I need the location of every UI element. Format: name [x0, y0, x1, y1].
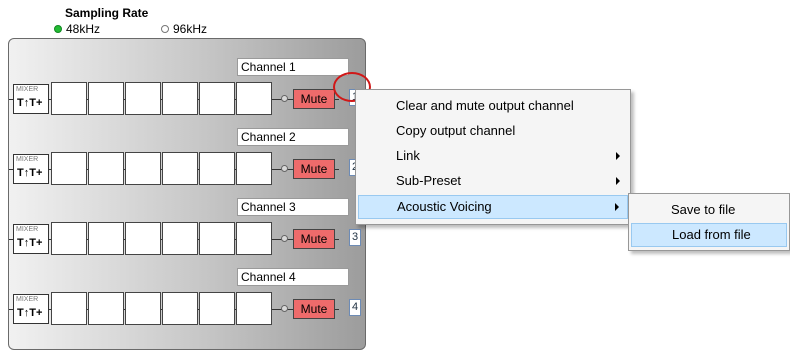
- menu-item-label: Acoustic Voicing: [397, 199, 492, 214]
- mixer-tag: MIXER: [16, 226, 39, 233]
- mixer-symbol: T↑T+: [17, 307, 43, 319]
- mixer-symbol: T↑T+: [17, 97, 43, 109]
- dsp-slot[interactable]: [88, 82, 124, 115]
- channel-row-3: Channel 3 MIXER T↑T+ Mute 3: [9, 188, 365, 258]
- menu-item-label: Clear and mute output channel: [396, 98, 574, 113]
- mixer-block[interactable]: MIXER T↑T+: [13, 154, 49, 184]
- dsp-slot[interactable]: [51, 292, 87, 325]
- dsp-slot[interactable]: [236, 152, 272, 185]
- connector-icon: [281, 95, 288, 102]
- mute-button[interactable]: Mute: [293, 299, 335, 319]
- connector-icon: [281, 165, 288, 172]
- menu-item-label: Copy output channel: [396, 123, 516, 138]
- dsp-slot[interactable]: [51, 222, 87, 255]
- channel-number-button[interactable]: 4: [349, 299, 361, 316]
- menu-item-acoustic-voicing[interactable]: Acoustic Voicing: [358, 195, 628, 219]
- dsp-slot[interactable]: [125, 222, 161, 255]
- dsp-slot[interactable]: [236, 222, 272, 255]
- radio-48khz[interactable]: 48kHz: [54, 22, 100, 36]
- dsp-slot[interactable]: [162, 152, 198, 185]
- dsp-slot[interactable]: [236, 292, 272, 325]
- menu-item-load-from-file[interactable]: Load from file: [631, 223, 787, 247]
- menu-item-copy-output[interactable]: Copy output channel: [358, 119, 628, 143]
- mute-button[interactable]: Mute: [293, 159, 335, 179]
- submenu-arrow-icon: [616, 152, 620, 160]
- dsp-slot[interactable]: [88, 222, 124, 255]
- mute-button[interactable]: Mute: [293, 89, 335, 109]
- radio-48khz-label: 48kHz: [66, 22, 101, 36]
- dsp-slot[interactable]: [199, 152, 235, 185]
- mixer-tag: MIXER: [16, 296, 39, 303]
- dsp-slot[interactable]: [88, 152, 124, 185]
- mixer-block[interactable]: MIXER T↑T+: [13, 224, 49, 254]
- menu-item-link[interactable]: Link: [358, 144, 628, 168]
- channel-name-field[interactable]: Channel 2: [237, 128, 349, 146]
- mixer-block[interactable]: MIXER T↑T+: [13, 294, 49, 324]
- channel-panel: Channel 1 MIXERT↑T+ Mute 1 Channel 2 MIX…: [8, 38, 366, 350]
- radio-96khz-label: 96kHz: [173, 22, 208, 36]
- radio-selected-icon: [54, 25, 62, 33]
- menu-item-label: Link: [396, 148, 420, 163]
- dsp-slot[interactable]: [125, 152, 161, 185]
- menu-item-label: Load from file: [672, 227, 751, 242]
- dsp-slot[interactable]: [199, 292, 235, 325]
- dsp-slot[interactable]: [236, 82, 272, 115]
- channel-row-1: Channel 1 MIXERT↑T+ Mute 1: [9, 48, 365, 118]
- dsp-slot[interactable]: [199, 82, 235, 115]
- channel-row-2: Channel 2 MIXERT↑T+ Mute 2: [9, 118, 365, 188]
- mixer-symbol: T↑T+: [17, 237, 43, 249]
- dsp-slot[interactable]: [162, 82, 198, 115]
- connector-icon: [281, 305, 288, 312]
- menu-item-clear-and-mute[interactable]: Clear and mute output channel: [358, 94, 628, 118]
- channel-name-field[interactable]: Channel 1: [237, 58, 349, 76]
- dsp-slot[interactable]: [88, 292, 124, 325]
- mixer-block[interactable]: MIXER T↑T+: [13, 84, 49, 114]
- menu-item-sub-preset[interactable]: Sub-Preset: [358, 169, 628, 193]
- dsp-slot[interactable]: [51, 82, 87, 115]
- sampling-rate-title: Sampling Rate: [65, 6, 149, 20]
- channel-row-4: Channel 4 MIXER T↑T+ Mute 4: [9, 258, 365, 328]
- radio-96khz[interactable]: 96kHz: [161, 22, 207, 36]
- channel-number-button[interactable]: 3: [349, 229, 361, 246]
- radio-unselected-icon: [161, 25, 169, 33]
- channel-name-field[interactable]: Channel 4: [237, 268, 349, 286]
- menu-item-label: Save to file: [671, 202, 736, 217]
- dsp-slot[interactable]: [162, 222, 198, 255]
- mixer-tag: MIXER: [16, 86, 39, 93]
- mixer-symbol: T↑T+: [17, 167, 43, 179]
- dsp-slot[interactable]: [125, 82, 161, 115]
- submenu-arrow-icon: [615, 203, 619, 211]
- mixer-tag: MIXER: [16, 156, 39, 163]
- channel-name-field[interactable]: Channel 3: [237, 198, 349, 216]
- submenu-arrow-icon: [616, 177, 620, 185]
- dsp-slot[interactable]: [162, 292, 198, 325]
- mute-button[interactable]: Mute: [293, 229, 335, 249]
- dsp-slot[interactable]: [51, 152, 87, 185]
- acoustic-voicing-submenu: Save to file Load from file: [628, 193, 790, 251]
- connector-icon: [281, 235, 288, 242]
- menu-item-label: Sub-Preset: [396, 173, 462, 188]
- context-menu: Clear and mute output channel Copy outpu…: [355, 89, 631, 225]
- dsp-slot[interactable]: [125, 292, 161, 325]
- dsp-slot[interactable]: [199, 222, 235, 255]
- menu-item-save-to-file[interactable]: Save to file: [631, 198, 787, 222]
